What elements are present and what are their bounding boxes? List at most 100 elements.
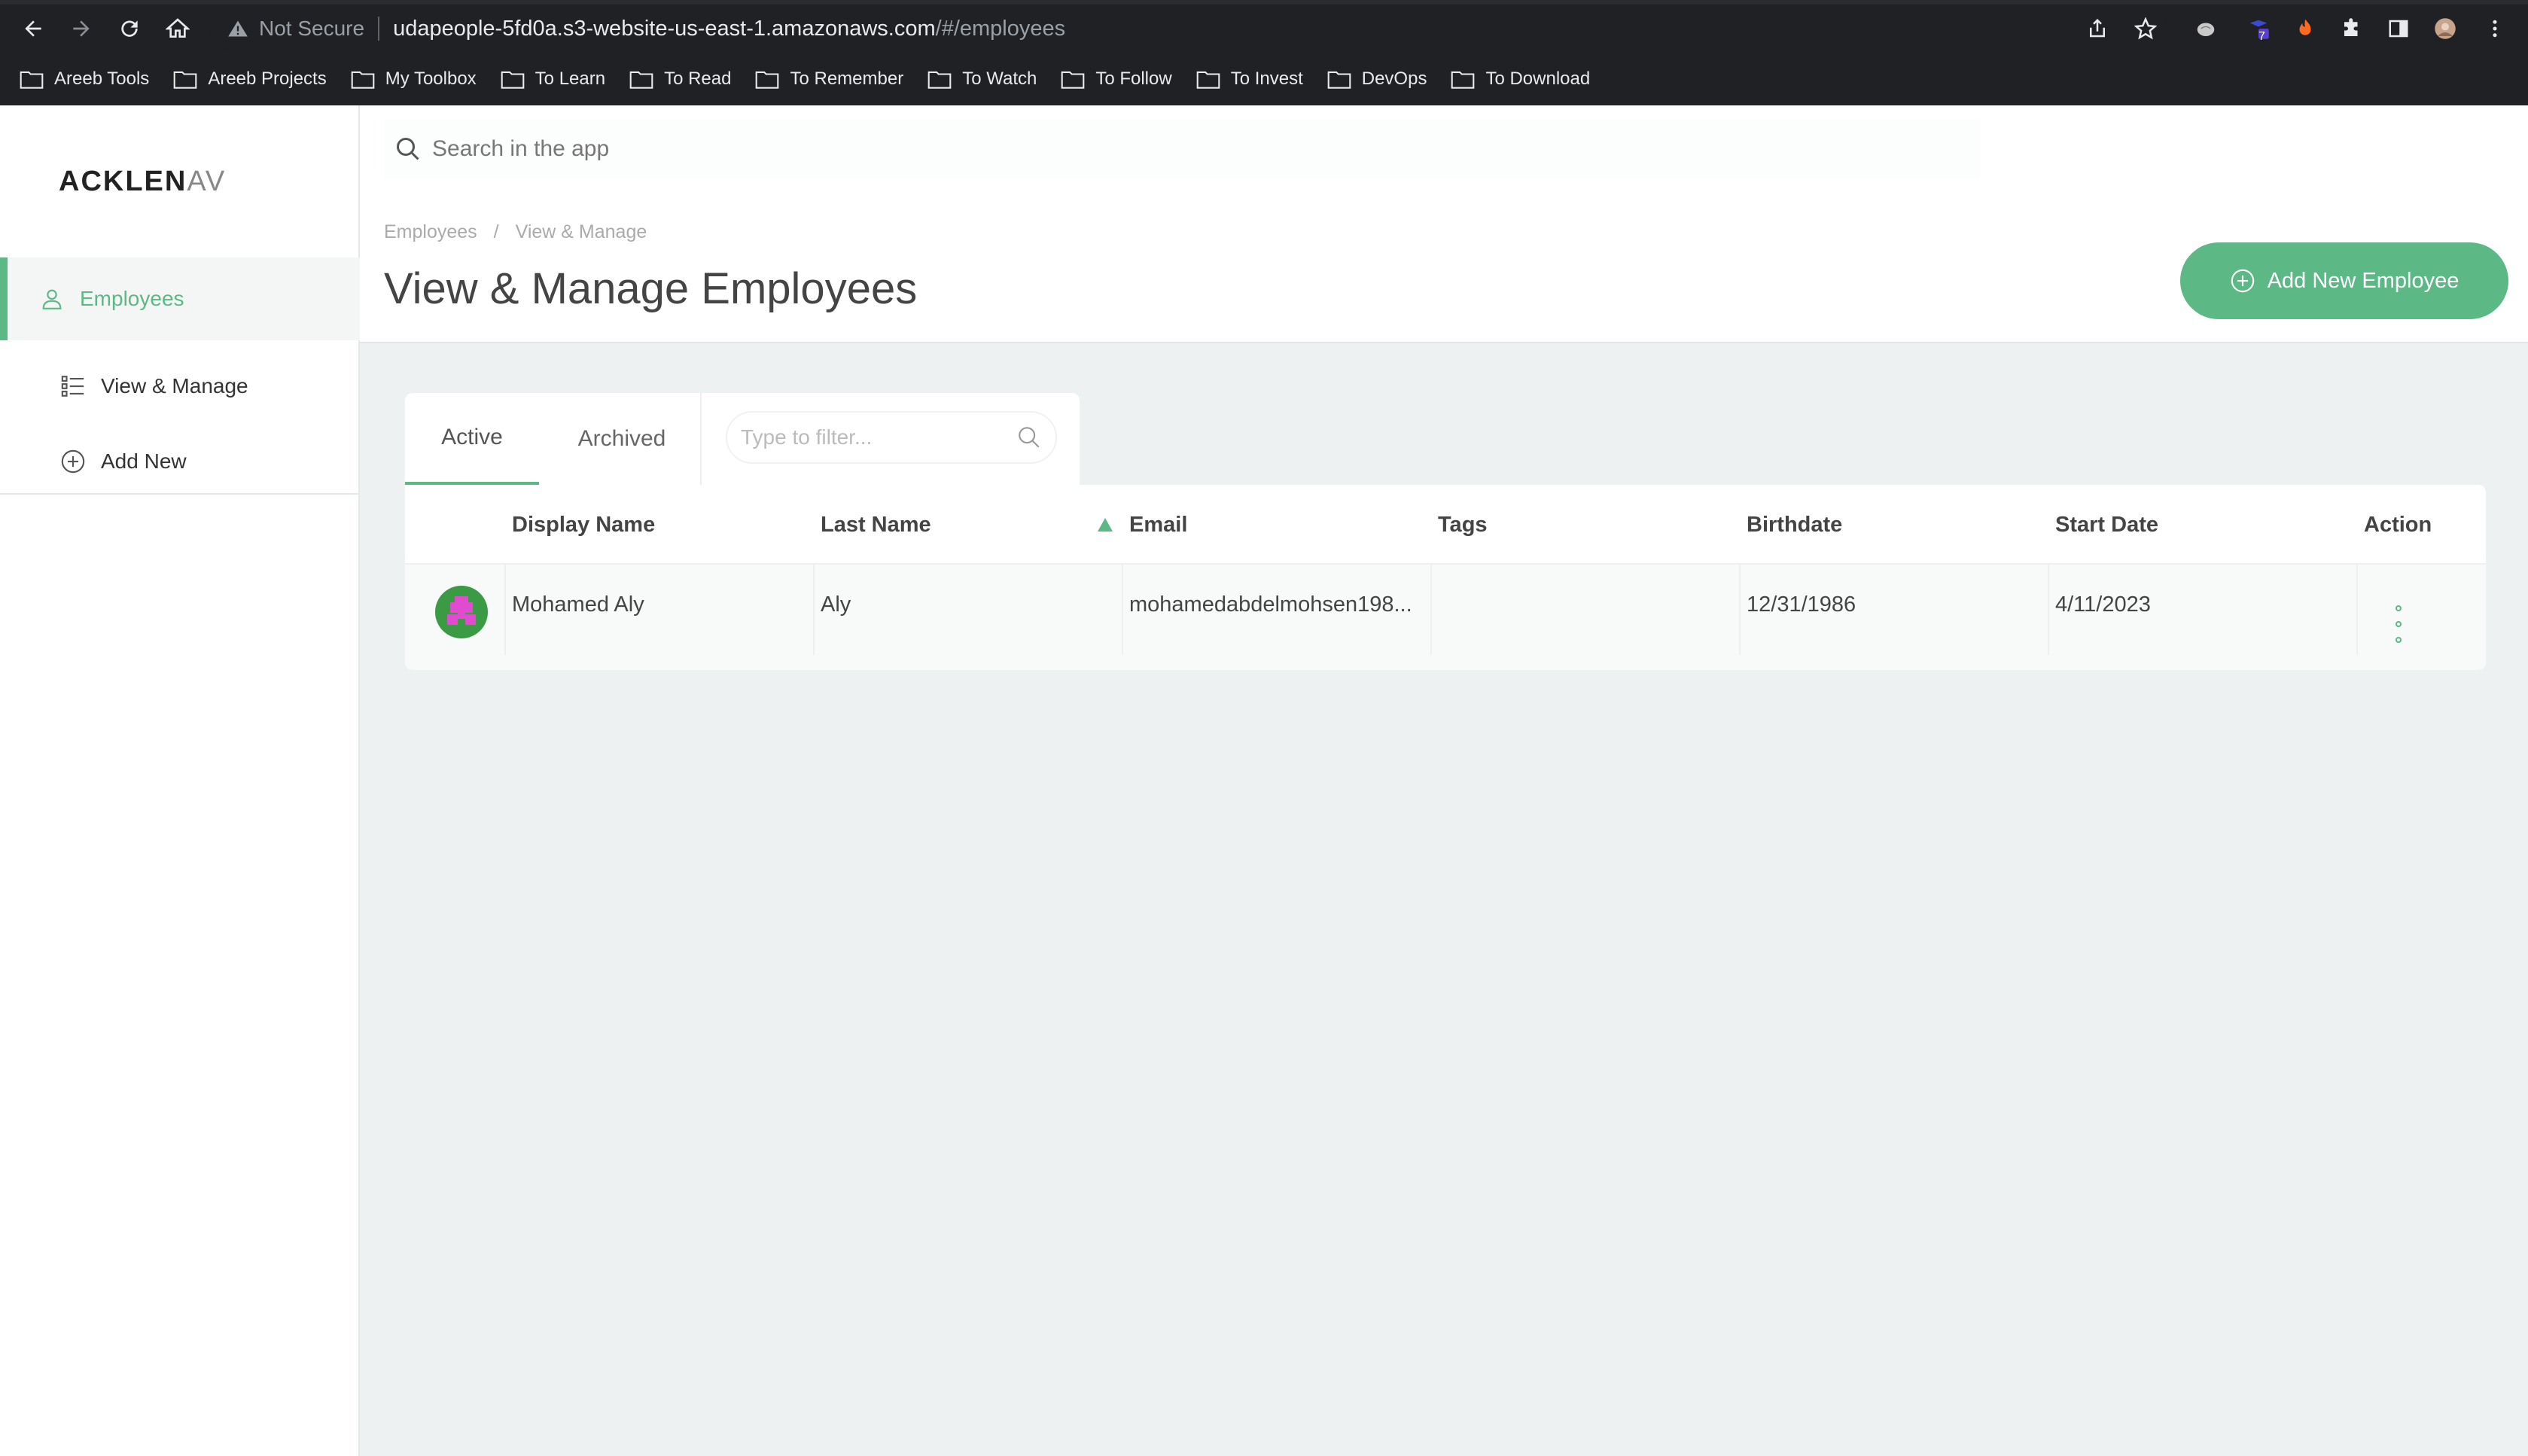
avatar (435, 586, 488, 638)
bookmark-folder[interactable]: To Invest (1196, 69, 1303, 90)
add-new-employee-label: Add New Employee (2267, 268, 2459, 293)
share-button[interactable] (2084, 15, 2111, 42)
breadcrumb-item-employees[interactable]: Employees (384, 221, 477, 243)
column-header-email[interactable]: Email (1129, 485, 1187, 565)
reload-button[interactable] (114, 14, 145, 44)
folder-icon (629, 71, 653, 89)
flame-icon (2299, 19, 2311, 35)
logo-faded-text: AV (187, 166, 227, 197)
user-icon (42, 289, 62, 309)
tab-active[interactable]: Active (405, 393, 539, 485)
column-header-tags[interactable]: Tags (1438, 485, 1488, 565)
plus-circle-icon (61, 449, 85, 474)
bookmark-folder[interactable]: To Remember (755, 69, 903, 90)
bookmark-label: To Download (1485, 69, 1591, 89)
url-path: /#/employees (935, 16, 1066, 41)
brand-logo[interactable]: ACKLENAV (59, 166, 226, 198)
cell-last-name: Aly (821, 592, 851, 617)
cell-divider (1122, 565, 1123, 655)
profile-avatar-icon (2435, 18, 2456, 39)
breadcrumb-item-view-manage[interactable]: View & Manage (516, 221, 647, 243)
folder-icon (1327, 71, 1351, 89)
avatar-pattern-icon (447, 596, 476, 625)
column-header-birthdate[interactable]: Birthdate (1747, 485, 1842, 565)
back-button[interactable] (18, 14, 48, 44)
breadcrumb: Employees / View & Manage (384, 221, 647, 243)
add-new-employee-button[interactable]: Add New Employee (2180, 242, 2508, 319)
forward-button[interactable] (66, 14, 96, 44)
row-actions-menu-icon[interactable] (2391, 605, 2406, 643)
table-header: Display Name Last Name Email Tags Birthd… (405, 485, 2486, 565)
folder-icon (501, 71, 525, 89)
cell-divider (813, 565, 815, 655)
column-header-start-date[interactable]: Start Date (2055, 485, 2158, 565)
bookmark-label: DevOps (1361, 69, 1427, 89)
extension-1-button[interactable] (2192, 15, 2219, 42)
side-panel-icon (2389, 20, 2408, 38)
side-panel-button[interactable] (2385, 15, 2412, 42)
cell-divider (1430, 565, 1432, 655)
app-search (384, 119, 1980, 179)
browser-toolbar: Not Secure udapeople-5fd0a.s3-website-us… (0, 0, 2528, 105)
bookmark-folder[interactable]: To Learn (501, 69, 605, 90)
bookmark-label: To Learn (535, 69, 606, 89)
extension-2-button[interactable]: 7 (2245, 15, 2272, 43)
bookmark-folder[interactable]: DevOps (1327, 69, 1427, 90)
bookmark-folder[interactable]: To Read (629, 69, 731, 90)
search-input[interactable] (432, 136, 1787, 162)
main-content: Active Archived Display Name Last Name E… (360, 345, 2528, 1456)
sidebar-item-view-manage[interactable]: View & Manage (0, 345, 360, 428)
bookmark-folder[interactable]: To Follow (1061, 69, 1172, 90)
sidebar-item-add-new[interactable]: Add New (0, 420, 360, 503)
column-header-last-name[interactable]: Last Name (821, 485, 931, 565)
sidebar-item-employees[interactable]: Employees (0, 257, 360, 340)
cell-birthdate: 12/31/1986 (1747, 592, 1856, 617)
address-bar[interactable]: Not Secure udapeople-5fd0a.s3-website-us… (209, 8, 2167, 50)
extension-3-button[interactable] (2292, 15, 2319, 42)
cell-divider (504, 565, 506, 655)
bookmark-star-button[interactable] (2132, 15, 2159, 42)
bookmark-folder[interactable]: To Watch (927, 69, 1037, 90)
star-icon (2134, 17, 2157, 40)
bookmark-folder[interactable]: My Toolbox (351, 69, 477, 90)
app-root: ACKLENAV Employees View & Manage Add New… (0, 105, 2528, 1456)
breadcrumb-separator: / (493, 221, 499, 242)
filter-input[interactable] (741, 425, 997, 449)
column-header-action: Action (2364, 512, 2432, 537)
sort-ascending-icon (1098, 518, 1113, 532)
folder-icon (756, 71, 779, 89)
sidebar: ACKLENAV Employees View & Manage Add New (0, 105, 360, 1456)
plus-circle-icon (2231, 269, 2254, 293)
cell-email: mohamedabdelmohsen198... (1129, 592, 1412, 617)
share-icon (2090, 18, 2105, 38)
folder-icon (20, 71, 44, 89)
profile-button[interactable] (2432, 15, 2459, 42)
folder-icon (351, 71, 375, 89)
bookmark-label: To Follow (1095, 69, 1172, 89)
page-header: Employees / View & Manage View & Manage … (360, 105, 2528, 343)
security-label[interactable]: Not Secure (259, 17, 364, 41)
bookmark-folder[interactable]: Areeb Projects (173, 69, 327, 90)
arrow-right-icon (73, 20, 90, 37)
bookmark-label: To Read (664, 69, 732, 89)
cell-divider (1739, 565, 1741, 655)
bookmark-folder[interactable]: Areeb Tools (20, 69, 149, 90)
sidebar-item-label: Employees (80, 287, 184, 310)
extensions-button[interactable] (2338, 15, 2365, 42)
browser-menu-button[interactable] (2481, 15, 2508, 42)
column-header-display-name[interactable]: Display Name (512, 485, 655, 565)
logo-main-text: ACKLEN (59, 166, 187, 197)
folder-icon (1061, 71, 1085, 89)
tab-archived[interactable]: Archived (554, 393, 690, 485)
more-vertical-icon (2493, 20, 2497, 38)
bookmarks-bar: Areeb Tools Areeb Projects My Toolbox To Le… (0, 60, 2528, 98)
tab-strip (0, 0, 2528, 5)
bookmark-folder[interactable]: To Download (1451, 69, 1590, 90)
table-row[interactable]: Mohamed Aly Aly mohamedabdelmohsen198...… (405, 565, 2486, 670)
cell-display-name: Mohamed Aly (512, 592, 644, 617)
search-icon[interactable] (1016, 425, 1042, 450)
arrow-left-icon (25, 20, 41, 37)
reload-icon (121, 20, 138, 37)
filter-box (726, 411, 1057, 464)
home-button[interactable] (163, 14, 193, 44)
